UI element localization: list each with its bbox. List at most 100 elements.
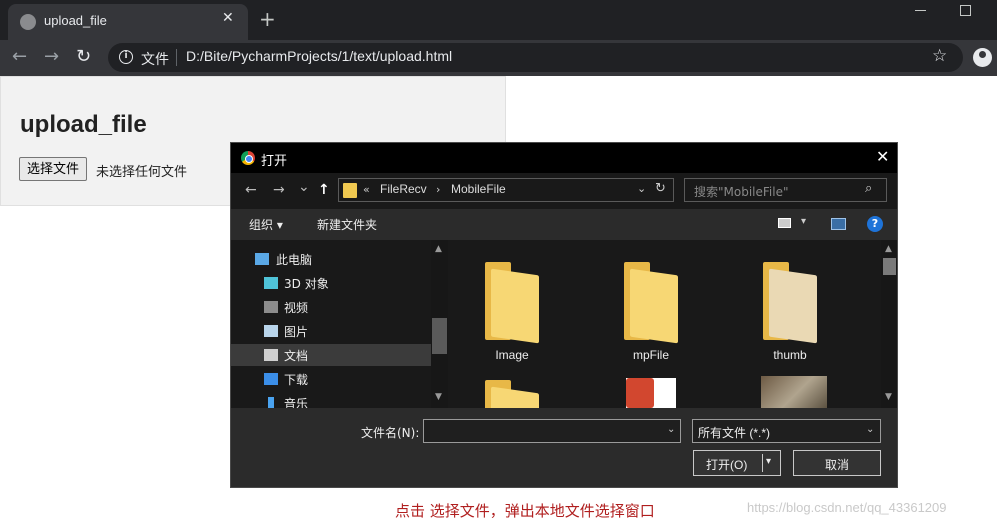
- scroll-up-icon[interactable]: ▲: [885, 244, 892, 254]
- nav-item-3d-objects[interactable]: 3D 对象: [231, 272, 431, 294]
- dialog-close-icon[interactable]: ✕: [876, 147, 889, 166]
- dialog-back-icon[interactable]: ←: [245, 182, 257, 198]
- path-overflow-icon[interactable]: «: [363, 183, 370, 196]
- dialog-titlebar: 打开 ✕: [231, 143, 897, 173]
- back-arrow-icon[interactable]: ←: [12, 47, 27, 67]
- folder-icon: [624, 262, 678, 344]
- downloads-icon: [264, 373, 278, 385]
- folder-item-partial[interactable]: [457, 376, 567, 408]
- browser-tab[interactable]: upload_file ✕: [8, 4, 248, 40]
- filename-label: 文件名(N):: [361, 426, 420, 440]
- image-item-partial[interactable]: [735, 376, 845, 408]
- up-folder-icon[interactable]: ↑: [318, 182, 330, 198]
- view-mode-icon[interactable]: [778, 218, 791, 228]
- open-button[interactable]: 打开(O) ▾: [692, 449, 782, 477]
- nav-item-this-pc[interactable]: 此电脑: [231, 248, 431, 270]
- dialog-navigation-pane: 此电脑 3D 对象 视频 图片 文档 下载 音乐 ▲ ▼: [231, 240, 449, 408]
- nav-item-label: 文档: [284, 349, 309, 363]
- music-icon: [268, 397, 274, 408]
- nav-item-music[interactable]: 音乐: [231, 392, 431, 408]
- nav-item-documents[interactable]: 文档: [231, 344, 431, 366]
- preview-pane-icon[interactable]: [831, 218, 846, 230]
- address-bar[interactable]: i 文件 D:/Bite/PycharmProjects/1/text/uplo…: [108, 43, 963, 72]
- address-separator: [176, 49, 177, 66]
- bookmark-star-icon[interactable]: ☆: [932, 46, 947, 66]
- 3d-objects-icon: [264, 277, 278, 289]
- dialog-path-bar[interactable]: « FileRecv › MobileFile ⌄ ↻: [338, 178, 674, 202]
- breadcrumb-mobilefile[interactable]: MobileFile: [451, 182, 506, 196]
- scrollbar-thumb[interactable]: [432, 318, 447, 354]
- folder-icon: [763, 262, 817, 344]
- file-scheme-label: 文件: [141, 52, 169, 68]
- open-dropdown-icon[interactable]: ▾: [766, 456, 771, 467]
- choose-file-button[interactable]: 选择文件: [19, 157, 88, 181]
- dialog-address-row: ← → ⌄ ↑ « FileRecv › MobileFile ⌄ ↻ 搜索"M…: [231, 173, 897, 209]
- filename-dropdown-icon[interactable]: ⌄: [667, 424, 675, 435]
- refresh-icon[interactable]: ↻: [655, 181, 666, 196]
- scrollbar-thumb[interactable]: [883, 258, 896, 275]
- folder-item-thumb[interactable]: thumb: [735, 242, 845, 362]
- search-icon[interactable]: ⌕: [865, 181, 872, 196]
- search-placeholder: 搜索"MobileFile": [694, 185, 789, 199]
- forward-arrow-icon[interactable]: →: [44, 47, 59, 67]
- organize-button[interactable]: 组织 ▾: [249, 216, 283, 233]
- file-open-dialog: 打开 ✕ ← → ⌄ ↑ « FileRecv › MobileFile ⌄ ↻…: [230, 142, 898, 488]
- new-tab-icon[interactable]: +: [259, 9, 276, 29]
- cancel-button-label: 取消: [824, 458, 849, 472]
- dialog-file-list: Image mpFile thumb ▲ ▼: [449, 240, 897, 408]
- reload-icon[interactable]: ↻: [76, 47, 91, 67]
- globe-icon: [20, 14, 36, 30]
- dialog-search-input[interactable]: 搜索"MobileFile" ⌕: [684, 178, 887, 202]
- video-icon: [264, 301, 278, 313]
- filetype-value: 所有文件 (*.*): [698, 426, 771, 440]
- caption-text: 点击 选择文件，弹出本地文件选择窗口: [395, 502, 655, 520]
- open-button-divider: [762, 454, 763, 472]
- file-name: thumb: [773, 348, 807, 362]
- file-name: Image: [495, 348, 529, 362]
- chrome-logo-icon: [241, 151, 255, 165]
- scroll-down-icon[interactable]: ▼: [435, 392, 442, 402]
- filetype-select[interactable]: 所有文件 (*.*) ⌄: [692, 419, 881, 443]
- nav-pane-scrollbar[interactable]: ▲ ▼: [431, 240, 448, 408]
- cancel-button[interactable]: 取消: [793, 450, 881, 476]
- folder-icon: [485, 262, 539, 344]
- scroll-down-icon[interactable]: ▼: [885, 392, 892, 402]
- dialog-bottom-bar: 文件名(N): ⌄ 所有文件 (*.*) ⌄ 打开(O) ▾ 取消: [231, 408, 897, 487]
- documents-icon: [264, 349, 278, 361]
- filename-input[interactable]: ⌄: [423, 419, 681, 443]
- watermark-text: https://blog.csdn.net/qq_43361209: [747, 500, 947, 515]
- nav-item-downloads[interactable]: 下载: [231, 368, 431, 390]
- nav-item-pictures[interactable]: 图片: [231, 320, 431, 342]
- folder-icon: [343, 183, 357, 198]
- chevron-right-icon: ›: [436, 183, 441, 196]
- file-name: mpFile: [632, 348, 669, 362]
- dialog-forward-icon[interactable]: →: [273, 182, 285, 198]
- image-thumbnail: [761, 376, 827, 408]
- scroll-up-icon[interactable]: ▲: [435, 244, 442, 254]
- account-icon[interactable]: [973, 48, 992, 67]
- nav-item-label: 音乐: [284, 397, 309, 408]
- minimize-icon[interactable]: [913, 0, 929, 20]
- maximize-icon[interactable]: [960, 5, 971, 16]
- nav-item-label: 3D 对象: [284, 277, 329, 291]
- powerpoint-icon: [626, 378, 654, 408]
- file-list-scrollbar[interactable]: ▲ ▼: [881, 240, 897, 408]
- info-icon[interactable]: i: [119, 50, 133, 64]
- folder-item-mpfile[interactable]: mpFile: [596, 242, 706, 362]
- nav-item-video[interactable]: 视频: [231, 296, 431, 318]
- url-text[interactable]: D:/Bite/PycharmProjects/1/text/upload.ht…: [186, 48, 452, 64]
- breadcrumb-filerecv[interactable]: FileRecv: [380, 182, 427, 196]
- tab-close-icon[interactable]: ✕: [222, 10, 234, 26]
- recent-locations-icon[interactable]: ⌄: [298, 179, 310, 195]
- nav-item-label: 下载: [284, 373, 309, 387]
- help-icon[interactable]: ?: [867, 216, 883, 232]
- view-dropdown-icon[interactable]: ▾: [801, 216, 806, 227]
- filetype-dropdown-icon[interactable]: ⌄: [866, 424, 874, 435]
- dialog-title: 打开: [261, 154, 288, 169]
- folder-item-image[interactable]: Image: [457, 242, 567, 362]
- new-folder-button[interactable]: 新建文件夹: [317, 216, 377, 233]
- file-item-partial[interactable]: [596, 376, 706, 408]
- path-dropdown-icon[interactable]: ⌄: [637, 182, 646, 195]
- no-file-chosen-text: 未选择任何文件: [96, 165, 188, 180]
- folder-icon: [485, 380, 539, 408]
